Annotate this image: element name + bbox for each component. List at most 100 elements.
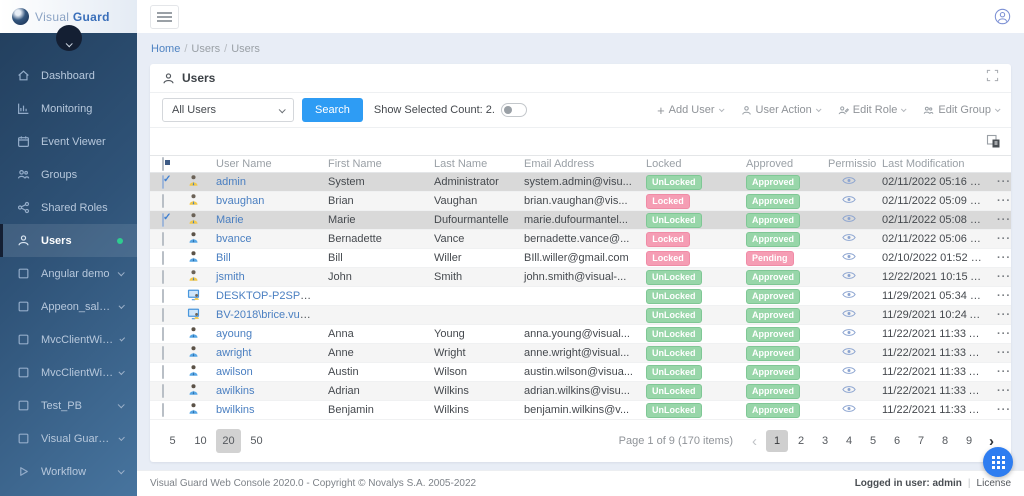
user-name-link[interactable]: Marie bbox=[216, 214, 244, 226]
row-menu-button[interactable]: ··· bbox=[997, 195, 1011, 207]
user-name-link[interactable]: ayoung bbox=[216, 328, 252, 340]
table-row-jsmith[interactable]: jsmith John Smith john.smith@visual-... UnLo… bbox=[150, 267, 1011, 287]
page-button-3[interactable]: 3 bbox=[814, 430, 836, 452]
edit-role-button[interactable]: Edit Role bbox=[838, 104, 907, 116]
add-user-button[interactable]: + Add User bbox=[657, 104, 725, 117]
sidebar-item-appeon-salesdemo[interactable]: Appeon_salesdemo bbox=[0, 290, 137, 323]
sidebar-item-monitoring[interactable]: Monitoring bbox=[0, 92, 137, 125]
edit-group-button[interactable]: Edit Group bbox=[923, 104, 1001, 116]
row-checkbox[interactable] bbox=[162, 327, 164, 341]
row-checkbox[interactable] bbox=[162, 403, 164, 417]
table-row-bvaughan[interactable]: bvaughan Brian Vaughan brian.vaughan@vis...… bbox=[150, 191, 1011, 211]
row-menu-button[interactable]: ··· bbox=[997, 290, 1011, 302]
search-button[interactable]: Search bbox=[302, 98, 363, 122]
table-row-desktop-p2spg58-christophe[interactable]: DESKTOP-P2SPG58\Christophe UnLocked Approv… bbox=[150, 286, 1011, 306]
page-button-9[interactable]: 9 bbox=[958, 430, 980, 452]
page-size-20[interactable]: 20 bbox=[216, 429, 241, 453]
row-menu-button[interactable]: ··· bbox=[997, 271, 1011, 283]
row-checkbox[interactable] bbox=[162, 213, 164, 227]
column-header-first-name[interactable]: First Name bbox=[322, 155, 428, 173]
column-header-user-name[interactable]: User Name bbox=[210, 155, 322, 173]
sidebar-item-event-viewer[interactable]: Event Viewer bbox=[0, 125, 137, 158]
show-selected-toggle[interactable] bbox=[500, 103, 527, 117]
user-name-link[interactable]: admin bbox=[216, 176, 246, 188]
users-filter-select[interactable]: All Users bbox=[162, 98, 294, 122]
table-row-awilson[interactable]: awilson Austin Wilson austin.wilson@visua..… bbox=[150, 362, 1011, 382]
column-header-last-modification[interactable]: Last Modification bbox=[876, 155, 988, 173]
sidebar-item-mvcclientwithoutruntime[interactable]: MvcClientWithoutRuntime bbox=[0, 323, 137, 356]
column-chooser-icon[interactable] bbox=[986, 134, 1001, 149]
menu-toggle-button[interactable] bbox=[150, 4, 179, 29]
row-checkbox[interactable] bbox=[162, 251, 164, 265]
table-row-marie[interactable]: MarieMarieDufourmantellemarie.dufourmant… bbox=[150, 210, 1011, 230]
page-button-8[interactable]: 8 bbox=[934, 430, 956, 452]
page-button-6[interactable]: 6 bbox=[886, 430, 908, 452]
table-row-awilkins[interactable]: awilkins Adrian Wilkins adrian.wilkins@visu… bbox=[150, 381, 1011, 401]
sidebar-collapse-button[interactable] bbox=[55, 25, 82, 51]
user-name-link[interactable]: bvaughan bbox=[216, 195, 264, 207]
eye-icon[interactable] bbox=[842, 290, 856, 299]
breadcrumb-link-home[interactable]: Home bbox=[151, 43, 180, 55]
row-menu-button[interactable]: ··· bbox=[997, 328, 1011, 340]
page-button-5[interactable]: 5 bbox=[862, 430, 884, 452]
table-row-admin[interactable]: admin SystemAdministratorsystem.admin@vis… bbox=[150, 172, 1011, 192]
table-row-bwilkins[interactable]: bwilkins Benjamin Wilkins benjamin.wilkins@… bbox=[150, 400, 1011, 420]
user-name-link[interactable]: DESKTOP-P2SPG58\Christophe bbox=[216, 290, 322, 302]
table-row-bv-2018-brice-vuagniaux[interactable]: BV-2018\brice.vuagniaux UnLocked Approved 1… bbox=[150, 305, 1011, 325]
row-checkbox[interactable] bbox=[162, 175, 164, 189]
eye-icon[interactable] bbox=[842, 252, 856, 261]
user-name-link[interactable]: bwilkins bbox=[216, 404, 255, 416]
eye-icon[interactable] bbox=[842, 328, 856, 337]
row-checkbox[interactable] bbox=[162, 232, 164, 246]
column-header-approved[interactable]: Approved bbox=[740, 155, 822, 173]
user-name-link[interactable]: Bill bbox=[216, 252, 231, 264]
sidebar-item-groups[interactable]: Groups bbox=[0, 158, 137, 191]
page-size-5[interactable]: 5 bbox=[160, 429, 185, 453]
apps-grid-button[interactable] bbox=[983, 447, 1013, 477]
column-header-permissions[interactable]: Permissions bbox=[822, 155, 876, 173]
sidebar-item-visual-guard-console[interactable]: Visual Guard Console bbox=[0, 422, 137, 455]
row-menu-button[interactable]: ··· bbox=[997, 233, 1011, 245]
sidebar-item-mvcclientwithruntime[interactable]: MvcClientWithRuntime bbox=[0, 356, 137, 389]
row-checkbox[interactable] bbox=[162, 384, 164, 398]
eye-icon[interactable] bbox=[842, 366, 856, 375]
row-checkbox[interactable] bbox=[162, 365, 164, 379]
user-name-link[interactable]: awilson bbox=[216, 366, 253, 378]
eye-icon[interactable] bbox=[842, 271, 856, 280]
eye-icon[interactable] bbox=[842, 385, 856, 394]
sidebar-item-dashboard[interactable]: Dashboard bbox=[0, 59, 137, 92]
row-menu-button[interactable]: ··· bbox=[997, 404, 1011, 416]
row-checkbox[interactable] bbox=[162, 289, 164, 303]
page-size-50[interactable]: 50 bbox=[244, 429, 269, 453]
sidebar-item-users[interactable]: Users bbox=[0, 224, 137, 257]
row-menu-button[interactable]: ··· bbox=[997, 214, 1011, 226]
row-checkbox[interactable] bbox=[162, 270, 164, 284]
user-name-link[interactable]: bvance bbox=[216, 233, 251, 245]
sidebar-item-angular-demo[interactable]: Angular demo bbox=[0, 257, 137, 290]
select-all-column[interactable] bbox=[150, 155, 176, 173]
table-row-awright[interactable]: awright Anne Wright anne.wright@visual... Un… bbox=[150, 343, 1011, 363]
prev-page-button[interactable]: ‹ bbox=[745, 433, 764, 450]
table-row-bill[interactable]: Bill Bill Willer BIll.willer@gmail.com Locke… bbox=[150, 248, 1011, 268]
select-all-checkbox[interactable] bbox=[162, 157, 164, 171]
user-action-button[interactable]: User Action bbox=[741, 104, 822, 116]
row-checkbox[interactable] bbox=[162, 346, 164, 360]
eye-icon[interactable] bbox=[842, 309, 856, 318]
column-header-last-name[interactable]: Last Name bbox=[428, 155, 518, 173]
sidebar-item-workflow[interactable]: Workflow bbox=[0, 455, 137, 488]
sidebar-item-test-pb[interactable]: Test_PB bbox=[0, 389, 137, 422]
column-header-email-address[interactable]: Email Address bbox=[518, 155, 640, 173]
user-name-link[interactable]: awright bbox=[216, 347, 251, 359]
page-button-2[interactable]: 2 bbox=[790, 430, 812, 452]
page-button-1[interactable]: 1 bbox=[766, 430, 788, 452]
eye-icon[interactable] bbox=[842, 404, 856, 413]
row-menu-button[interactable]: ··· bbox=[997, 309, 1011, 321]
eye-icon[interactable] bbox=[842, 347, 856, 356]
eye-icon[interactable] bbox=[842, 233, 856, 242]
account-icon[interactable] bbox=[994, 8, 1011, 25]
row-checkbox[interactable] bbox=[162, 194, 164, 208]
row-menu-button[interactable]: ··· bbox=[997, 385, 1011, 397]
row-menu-button[interactable]: ··· bbox=[997, 176, 1011, 188]
row-menu-button[interactable]: ··· bbox=[997, 366, 1011, 378]
table-row-bvance[interactable]: bvance Bernadette Vance bernadette.vance@..… bbox=[150, 229, 1011, 249]
